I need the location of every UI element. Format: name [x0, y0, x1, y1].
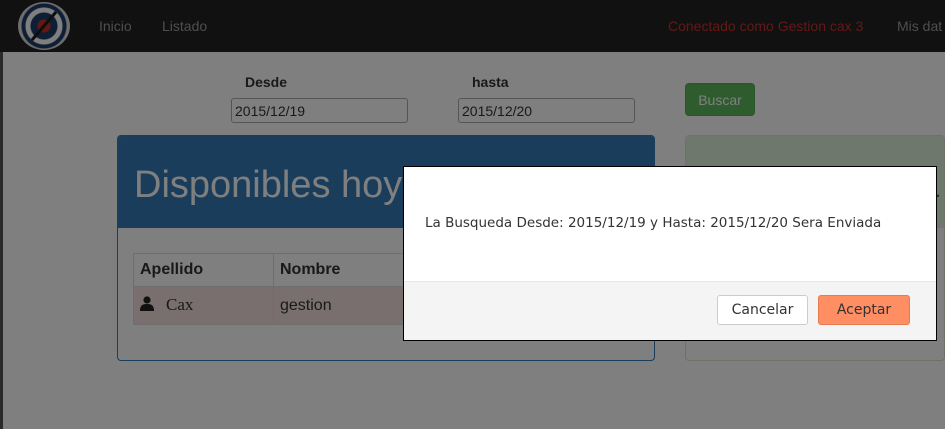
- accept-button[interactable]: Aceptar: [818, 295, 910, 325]
- dialog-body: La Busqueda Desde: 2015/12/19 y Hasta: 2…: [404, 167, 936, 281]
- dialog-footer: Cancelar Aceptar: [404, 281, 936, 340]
- cancel-button[interactable]: Cancelar: [717, 295, 808, 325]
- confirm-dialog: La Busqueda Desde: 2015/12/19 y Hasta: 2…: [403, 166, 937, 341]
- dialog-message: La Busqueda Desde: 2015/12/19 y Hasta: 2…: [425, 215, 882, 231]
